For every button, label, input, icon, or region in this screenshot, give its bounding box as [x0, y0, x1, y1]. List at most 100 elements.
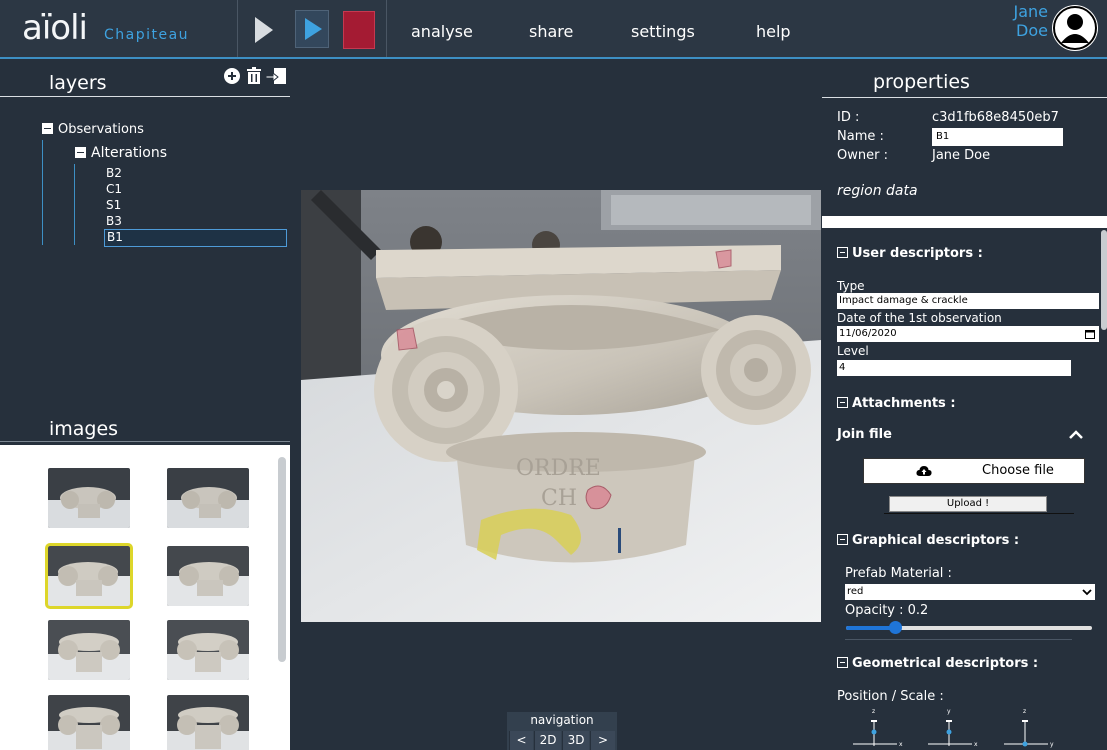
menu-share[interactable]: share [529, 22, 573, 41]
gizmo-xy[interactable]: y x [920, 706, 980, 750]
divider [845, 639, 1072, 640]
name-input[interactable]: B1 [932, 128, 1063, 146]
date-input[interactable]: 11/06/2020 [837, 326, 1099, 342]
tree-label: Alterations [91, 145, 168, 161]
stop-button[interactable] [343, 11, 375, 49]
layer-item-c1[interactable]: C1 [106, 182, 122, 196]
tree-line [42, 140, 43, 245]
carved-inscription: CH [541, 486, 577, 511]
type-input[interactable]: Impact damage & crackle [837, 293, 1099, 309]
thumbnail-image [167, 695, 249, 750]
collapse-icon[interactable] [75, 147, 86, 158]
position-scale-label: Position / Scale : [837, 689, 944, 704]
menu-help[interactable]: help [756, 22, 791, 41]
menu-settings[interactable]: settings [631, 22, 695, 41]
graphical-descriptors-header[interactable]: Graphical descriptors : [837, 533, 1019, 548]
gizmo-up-label: y [947, 708, 951, 715]
level-input[interactable]: 4 [837, 360, 1071, 376]
id-label: ID : [837, 110, 860, 125]
chevron-up-icon[interactable] [1069, 429, 1083, 439]
nav-3d-button[interactable]: 3D [562, 731, 589, 750]
project-title: Chapiteau [104, 27, 190, 43]
layer-item-b2[interactable]: B2 [106, 166, 122, 180]
section-label: Attachments : [852, 396, 956, 411]
id-value: c3d1fb68e8450eb7 [932, 110, 1059, 125]
thumbnail-image [48, 695, 130, 750]
slider-fill [846, 626, 895, 630]
thumbnail-image [167, 546, 249, 606]
slider-thumb[interactable] [889, 621, 902, 634]
properties-title: properties [873, 71, 970, 93]
navigation-label: navigation [530, 713, 594, 727]
add-layer-icon[interactable] [224, 68, 240, 84]
gizmo-right-label: y [1050, 741, 1054, 748]
layer-item-b3[interactable]: B3 [106, 214, 122, 228]
image-thumbnail[interactable] [48, 620, 130, 680]
user-first-name: Jane [1013, 2, 1048, 21]
image-thumbnail[interactable] [48, 695, 130, 750]
opacity-label: Opacity : 0.2 [845, 603, 929, 618]
prefab-value: red [847, 586, 864, 597]
attachments-header[interactable]: Attachments : [837, 396, 956, 411]
axis-gizmo-icon: z x [853, 708, 903, 748]
gizmo-right-label: x [974, 741, 978, 748]
thumbnail-image [48, 546, 130, 606]
date-label: Date of the 1st observation [837, 311, 1002, 325]
image-thumbnail[interactable] [167, 620, 249, 680]
divider [884, 513, 1074, 514]
properties-scrollbar[interactable] [1101, 230, 1107, 330]
trash-icon[interactable] [247, 67, 261, 84]
import-icon[interactable] [265, 68, 286, 84]
divider [0, 96, 290, 97]
choose-file-button[interactable]: Choose file [863, 458, 1085, 484]
collapse-icon[interactable] [837, 247, 848, 258]
user-descriptors-header[interactable]: User descriptors : [837, 246, 983, 261]
nav-2d-button[interactable]: 2D [534, 731, 561, 750]
play-button[interactable] [295, 10, 329, 48]
gallery-scrollbar[interactable] [278, 457, 286, 662]
image-thumbnail[interactable] [167, 546, 249, 606]
calendar-icon[interactable] [1085, 329, 1095, 339]
tree-node-observations[interactable]: Observations [42, 122, 144, 137]
select-tool-icon[interactable] [252, 15, 276, 45]
collapse-icon[interactable] [837, 534, 848, 545]
navigation-panel: navigation < 2D 3D > [507, 712, 617, 750]
gizmo-xz[interactable]: z x [845, 706, 905, 750]
top-bar: aïoli Chapiteau analyse share settings h… [0, 0, 1107, 59]
image-thumbnail-selected[interactable] [45, 543, 133, 609]
section-label: Geometrical descriptors : [852, 656, 1039, 671]
collapse-icon[interactable] [42, 123, 53, 134]
user-icon [1053, 6, 1097, 50]
chevron-down-icon [1082, 589, 1092, 596]
layer-item-b1[interactable]: B1 [104, 229, 287, 247]
user-last-name: Doe [1016, 21, 1048, 40]
image-thumbnail[interactable] [167, 468, 249, 528]
capital-image: ORDRE CH [301, 190, 821, 622]
prefab-select[interactable]: red [845, 584, 1095, 600]
nav-next-button[interactable]: > [590, 731, 615, 750]
gizmo-up-label: z [1023, 708, 1026, 715]
collapse-icon[interactable] [837, 397, 848, 408]
capital-photo[interactable]: ORDRE CH [301, 190, 821, 622]
thumbnail-image [167, 620, 249, 680]
collapse-icon[interactable] [837, 657, 848, 668]
geometrical-descriptors-header[interactable]: Geometrical descriptors : [837, 656, 1038, 671]
gizmo-right-label: x [899, 741, 903, 748]
join-file-label: Join file [837, 427, 892, 442]
image-thumbnail[interactable] [48, 468, 130, 528]
opacity-slider[interactable] [846, 621, 1092, 634]
nav-prev-button[interactable]: < [509, 731, 533, 750]
layers-title: layers [49, 72, 107, 94]
menu-analyse[interactable]: analyse [411, 22, 473, 41]
layer-actions [224, 67, 286, 84]
app-logo[interactable]: aïoli [22, 8, 88, 48]
image-thumbnail[interactable] [167, 695, 249, 750]
tree-node-alterations[interactable]: Alterations [75, 145, 167, 161]
cloud-upload-icon [916, 466, 932, 476]
layer-item-s1[interactable]: S1 [106, 198, 121, 212]
user-name[interactable]: Jane Doe [1010, 2, 1048, 40]
avatar[interactable] [1052, 5, 1098, 51]
gizmo-yz[interactable]: z y [996, 706, 1056, 750]
divider [0, 441, 290, 442]
upload-button[interactable]: Upload ! [889, 496, 1047, 512]
